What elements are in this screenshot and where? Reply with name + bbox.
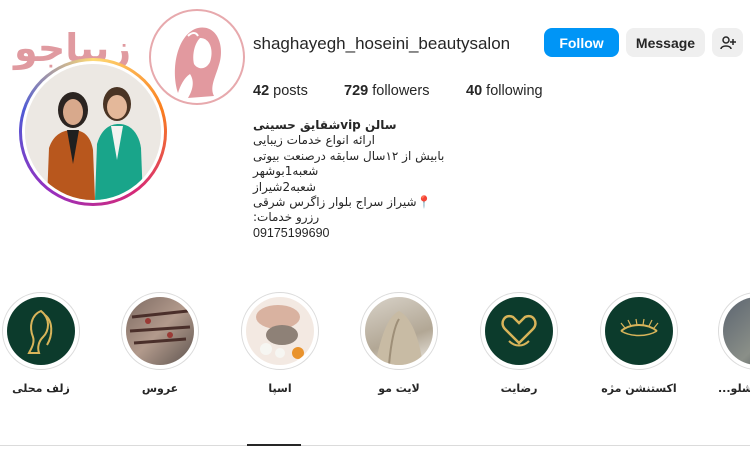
following-stat[interactable]: 40 following	[466, 83, 543, 99]
salon-logo-watermark	[148, 8, 246, 106]
story-highlight[interactable]: اکستنشن مژه	[598, 292, 680, 395]
hands-heart-icon	[485, 297, 553, 365]
profile-bio: سالن vipشقایق حسینی ارائه انواع خدمات زی…	[253, 118, 553, 241]
posts-label: posts	[273, 83, 308, 99]
highlight-label: عروس	[141, 382, 179, 395]
hair-light-photo	[365, 297, 433, 365]
story-highlight[interactable]: رضایت	[478, 292, 560, 395]
tabs-divider	[0, 445, 750, 446]
partial-photo	[723, 297, 750, 365]
suggested-users-button[interactable]	[712, 28, 743, 57]
posts-count: 42	[253, 83, 270, 99]
bio-line-address: 📍شیراز سراج بلوار زاگرس شرقی	[253, 195, 432, 210]
posts-stat: 42 posts	[253, 83, 308, 99]
following-count: 40	[466, 83, 483, 99]
bio-phone: 09175199690	[253, 225, 330, 240]
spa-photo	[246, 297, 314, 365]
hair-silhouette-icon	[7, 297, 75, 365]
profile-avatar[interactable]	[19, 58, 167, 206]
story-highlight[interactable]: زلف محلی	[0, 292, 82, 395]
highlight-label: زلف محلی	[12, 382, 70, 395]
bridal-photo	[126, 297, 194, 365]
tab-active-indicator[interactable]	[247, 444, 301, 446]
bio-line: بابیش از ۱۲سال سابقه درصنعت بیوتی	[253, 148, 445, 163]
story-highlight[interactable]: ...زشلو	[718, 292, 750, 395]
bio-line: رزرو خدمات:	[253, 210, 320, 225]
highlight-label: لایت مو	[378, 382, 420, 395]
message-button[interactable]: Message	[626, 28, 705, 57]
followers-label: followers	[372, 83, 430, 99]
bio-line: شعبه1بوشهر	[253, 164, 319, 179]
bio-line: شعبه2شیراز	[253, 179, 316, 194]
avatar-photo	[25, 64, 161, 200]
profile-username: shaghayegh_hoseini_beautysalon	[253, 34, 511, 53]
story-highlight[interactable]: لایت مو	[358, 292, 440, 395]
story-highlight[interactable]: اسپا	[239, 292, 321, 395]
followers-count: 729	[344, 83, 369, 99]
highlight-label: ...زشلو	[718, 382, 750, 395]
add-user-icon	[719, 35, 736, 49]
highlight-label: اکستنشن مژه	[601, 382, 677, 395]
highlight-label: اسپا	[268, 382, 292, 395]
follow-button[interactable]: Follow	[544, 28, 619, 57]
eyelash-icon	[605, 297, 673, 365]
following-label: following	[486, 83, 543, 99]
profile-display-name: سالن vipشقایق حسینی	[253, 118, 397, 132]
story-highlight[interactable]: عروس	[119, 292, 201, 395]
bio-line: ارائه انواع خدمات زیبایی	[253, 133, 375, 148]
followers-stat[interactable]: 729 followers	[344, 83, 429, 99]
highlight-label: رضایت	[500, 382, 538, 395]
